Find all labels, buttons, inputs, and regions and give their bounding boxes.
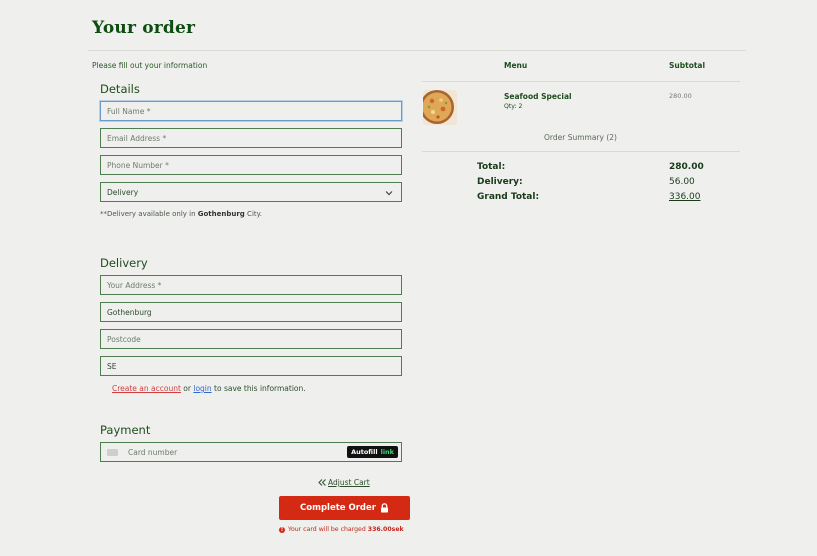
delivery-heading: Delivery bbox=[100, 256, 148, 270]
summary-header-divider bbox=[422, 81, 740, 82]
complete-order-label: Complete Order bbox=[300, 503, 376, 513]
save-info-text: Create an account or login to save this … bbox=[112, 384, 306, 393]
chevron-down-icon bbox=[385, 191, 393, 196]
create-account-link[interactable]: Create an account bbox=[112, 384, 181, 393]
charge-prefix: Your card will be charged bbox=[288, 526, 368, 533]
save-suffix-text: to save this information. bbox=[211, 384, 306, 393]
autofill-label: Autofill bbox=[351, 448, 378, 456]
warning-icon: ! bbox=[279, 526, 285, 533]
complete-order-button[interactable]: Complete Order bbox=[279, 496, 410, 520]
double-chevron-left-icon bbox=[318, 479, 326, 486]
card-number-field[interactable]: Card number Autofill link bbox=[100, 442, 402, 462]
page-title: Your order bbox=[92, 18, 196, 38]
email-field[interactable]: Email Address * bbox=[100, 128, 402, 148]
details-heading: Details bbox=[100, 82, 140, 96]
total-value: 280.00 bbox=[669, 162, 704, 172]
delivery-note-city: Gothenburg bbox=[197, 210, 245, 218]
postcode-placeholder: Postcode bbox=[107, 334, 141, 344]
adjust-cart-link[interactable]: Adjust Cart bbox=[318, 478, 370, 487]
header-divider bbox=[88, 50, 746, 51]
delivery-method-value: Delivery bbox=[107, 187, 139, 197]
credit-card-icon bbox=[107, 448, 118, 456]
phone-placeholder: Phone Number * bbox=[107, 160, 169, 170]
charge-text: Your card will be charged 336.00sek bbox=[288, 526, 404, 533]
address-field[interactable]: Your Address * bbox=[100, 275, 402, 295]
subtotal-column-header: Subtotal bbox=[669, 61, 706, 70]
city-value: Gothenburg bbox=[107, 307, 152, 317]
country-field[interactable]: SE bbox=[100, 356, 402, 376]
full-name-placeholder: Full Name * bbox=[107, 106, 151, 116]
card-number-placeholder: Card number bbox=[128, 447, 178, 457]
country-value: SE bbox=[107, 361, 117, 371]
login-link[interactable]: login bbox=[193, 384, 211, 393]
save-or-text: or bbox=[180, 384, 194, 393]
order-summary-toggle[interactable]: Order Summary (2) bbox=[544, 133, 617, 142]
summary-divider bbox=[422, 151, 740, 152]
item-subtotal: 280.00 bbox=[669, 92, 692, 100]
city-field[interactable]: Gothenburg bbox=[100, 302, 402, 322]
address-placeholder: Your Address * bbox=[107, 280, 162, 290]
delivery-note: **Delivery available only in Gothenburg … bbox=[100, 210, 262, 218]
menu-column-header: Menu bbox=[504, 61, 528, 70]
grand-total-value: 336.00 bbox=[669, 192, 701, 202]
email-placeholder: Email Address * bbox=[107, 133, 167, 143]
delivery-fee-label: Delivery: bbox=[477, 177, 523, 187]
seafood-special-image bbox=[423, 90, 457, 125]
item-quantity: Qty: 2 bbox=[504, 103, 523, 110]
link-brand-label: link bbox=[380, 448, 394, 456]
full-name-field[interactable]: Full Name * bbox=[100, 101, 402, 121]
payment-heading: Payment bbox=[100, 423, 151, 437]
charge-amount: 336.00sek bbox=[367, 526, 404, 533]
total-label: Total: bbox=[477, 162, 506, 172]
grand-total-label: Grand Total: bbox=[477, 192, 540, 202]
autofill-link-button[interactable]: Autofill link bbox=[347, 446, 398, 458]
delivery-note-suffix: City. bbox=[244, 210, 262, 218]
delivery-method-select[interactable]: Delivery bbox=[100, 182, 402, 202]
adjust-cart-label: Adjust Cart bbox=[328, 478, 370, 487]
fill-info-text: Please fill out your information bbox=[92, 61, 208, 70]
postcode-field[interactable]: Postcode bbox=[100, 329, 402, 349]
charge-note: ! Your card will be charged 336.00sek bbox=[279, 526, 404, 533]
item-name[interactable]: Seafood Special bbox=[504, 92, 572, 101]
delivery-fee-value: 56.00 bbox=[669, 177, 695, 187]
phone-field[interactable]: Phone Number * bbox=[100, 155, 402, 175]
lock-icon bbox=[380, 503, 388, 513]
delivery-note-prefix: **Delivery available only in bbox=[100, 210, 198, 218]
